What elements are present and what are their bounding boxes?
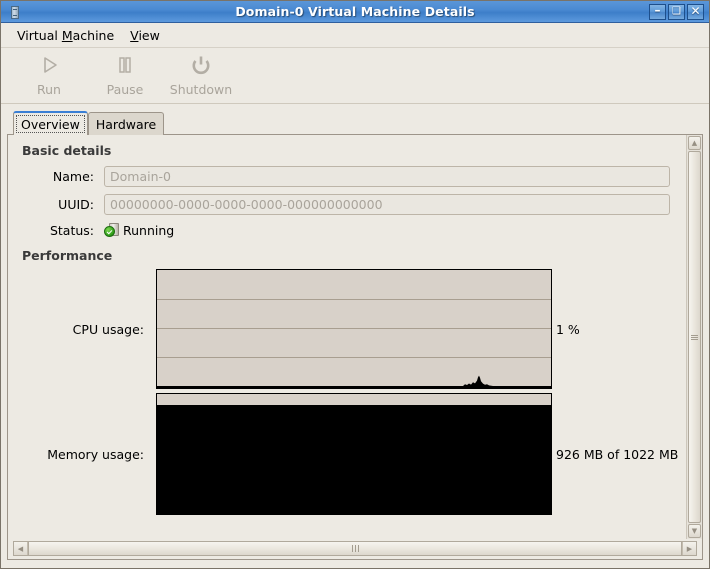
tab-overview[interactable]: Overview [13,111,88,135]
titlebar[interactable]: Domain-0 Virtual Machine Details – ❑ ✕ [1,1,709,23]
run-button[interactable]: Run [11,52,87,97]
content-area: Overview Hardware Basic details Name: Do… [1,104,709,568]
menu-view-suffix: iew [138,27,160,43]
pause-button[interactable]: Pause [87,52,163,97]
chevron-right-icon: ▶ [686,544,693,553]
statusbar [7,560,703,568]
minimize-button[interactable]: – [649,2,666,20]
horizontal-scrollbar[interactable]: ◀ ▶ [13,541,697,556]
close-icon: ✕ [690,4,701,18]
vertical-scrollbar[interactable]: ▲ ▼ [686,135,702,539]
tab-hardware[interactable]: Hardware [87,112,165,135]
chevron-down-icon: ▼ [691,527,698,535]
menu-view[interactable]: View [122,26,168,45]
memory-usage-row: Memory usage: 926 MB of 1022 MB [16,393,686,515]
overview-scroll-area: Basic details Name: Domain-0 UUID: 00000… [8,135,686,539]
uuid-input[interactable]: 00000000-0000-0000-0000-000000000000 [104,194,670,215]
performance-heading: Performance [22,248,113,263]
maximize-button[interactable]: ❑ [668,3,685,20]
cpu-usage-value: 1 % [556,321,580,337]
status-row: Status: Running [16,222,686,238]
uuid-label: UUID: [58,197,94,212]
scroll-left-button[interactable]: ◀ [14,542,28,555]
menubar: Virtual Machine View [1,23,709,48]
horizontal-scrollbar-area: ◀ ▶ [8,539,702,559]
chevron-up-icon: ▲ [691,139,698,147]
status-label: Status: [49,222,94,238]
menu-virtual-machine-mnemonic: M [61,27,73,43]
run-button-label: Run [37,82,61,97]
vertical-scroll-thumb[interactable] [688,151,701,523]
pause-button-label: Pause [106,82,144,97]
basic-details-heading: Basic details [22,143,112,158]
memory-usage-graph [156,393,552,515]
window-controls: – ❑ ✕ [649,2,706,20]
uuid-row: UUID: 00000000-0000-0000-0000-0000000000… [16,194,686,215]
cpu-usage-spike [457,375,501,386]
memory-usage-label: Memory usage: [47,446,144,462]
shutdown-button[interactable]: Shutdown [163,52,239,97]
scroll-grip-horizontal-icon [351,545,359,552]
menu-virtual-machine-suffix: achine [72,27,115,43]
name-input[interactable]: Domain-0 [104,166,670,187]
vertical-scroll-track[interactable] [688,151,701,523]
tab-overview-label: Overview [21,116,80,132]
menu-virtual-machine[interactable]: Virtual Machine [9,26,122,45]
scroll-up-button[interactable]: ▲ [688,136,701,150]
menu-virtual-machine-prefix: Virtual [17,27,62,43]
scroll-right-button[interactable]: ▶ [682,542,696,555]
toolbar: Run Pause Shutdown [1,48,709,104]
minimize-icon: – [654,2,661,17]
power-icon [188,52,214,78]
status-text: Running [123,222,175,238]
running-check-icon [104,222,122,238]
maximize-icon: ❑ [672,6,681,17]
scroll-down-button[interactable]: ▼ [688,524,701,538]
pause-icon [112,52,138,78]
cpu-usage-graph [156,269,552,389]
cpu-usage-row: CPU usage: 1 % [16,269,686,389]
chevron-left-icon: ◀ [17,544,24,553]
scroll-grip-icon [691,334,698,341]
tab-strip: Overview Hardware [7,110,703,135]
overview-panel: Basic details Name: Domain-0 UUID: 00000… [7,134,703,560]
vm-details-window: Domain-0 Virtual Machine Details – ❑ ✕ V… [0,0,710,569]
name-row: Name: Domain-0 [16,166,686,187]
overview-panel-body: Basic details Name: Domain-0 UUID: 00000… [8,135,702,539]
play-icon [36,52,62,78]
status-badge: Running [104,222,174,238]
cpu-usage-label: CPU usage: [72,321,144,337]
memory-usage-value: 926 MB of 1022 MB [556,446,679,462]
tab-hardware-label: Hardware [95,116,157,132]
horizontal-scroll-thumb[interactable] [28,542,682,555]
shutdown-button-label: Shutdown [169,82,233,97]
window-title: Domain-0 Virtual Machine Details [235,4,475,19]
computer-tower-icon[interactable] [6,3,24,21]
close-button[interactable]: ✕ [687,3,704,20]
name-label: Name: [52,169,94,184]
